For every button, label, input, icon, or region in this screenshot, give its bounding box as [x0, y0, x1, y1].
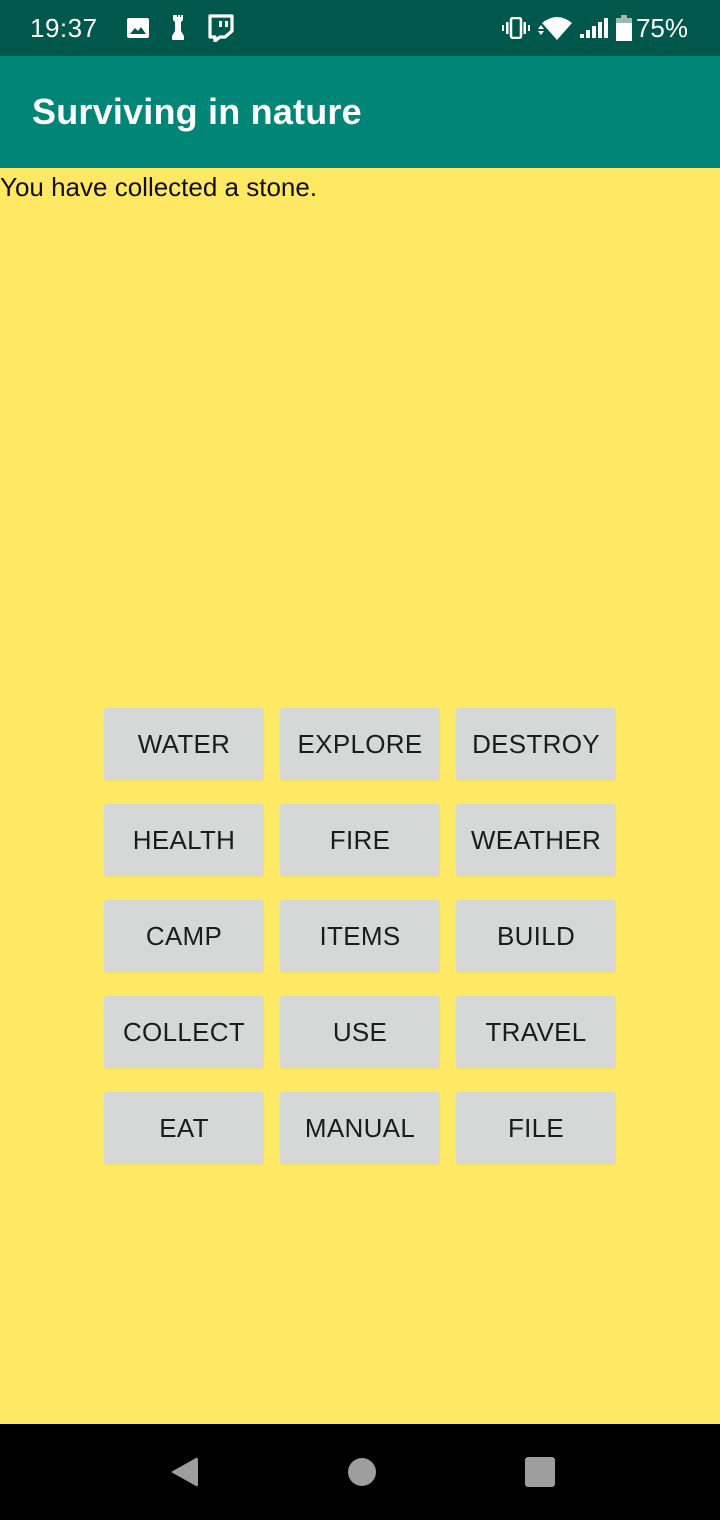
vibrate-icon — [501, 17, 530, 39]
camp-button[interactable]: CAMP — [104, 900, 264, 972]
home-icon — [348, 1458, 376, 1486]
recents-icon — [525, 1457, 555, 1487]
manual-button[interactable]: MANUAL — [280, 1092, 440, 1164]
chess-piece-icon — [170, 14, 188, 42]
items-button[interactable]: ITEMS — [280, 900, 440, 972]
navigation-bar — [0, 1424, 720, 1520]
recents-button[interactable] — [520, 1452, 560, 1492]
home-button[interactable] — [342, 1452, 382, 1492]
image-icon — [126, 16, 150, 40]
clock: 19:37 — [30, 12, 98, 43]
battery-percent: 75% — [635, 12, 688, 43]
back-icon — [171, 1457, 198, 1487]
use-button[interactable]: USE — [280, 996, 440, 1068]
water-button[interactable]: WATER — [104, 708, 264, 780]
fire-button[interactable]: FIRE — [280, 804, 440, 876]
back-button[interactable] — [164, 1452, 204, 1492]
explore-button[interactable]: EXPLORE — [280, 708, 440, 780]
status-message: You have collected a stone. — [0, 172, 318, 202]
twitch-icon — [207, 14, 234, 42]
status-left: 19:37 — [30, 13, 254, 44]
build-button[interactable]: BUILD — [456, 900, 616, 972]
weather-button[interactable]: WEATHER — [456, 804, 616, 876]
battery-icon — [615, 15, 632, 41]
eat-button[interactable]: EAT — [104, 1092, 264, 1164]
status-bar: 19:37 75% — [0, 0, 720, 56]
file-button[interactable]: FILE — [456, 1092, 616, 1164]
app-bar: Surviving in nature — [0, 56, 720, 168]
app-title: Surviving in nature — [32, 91, 362, 132]
signal-icon — [579, 17, 608, 39]
action-grid: WATER EXPLORE DESTROY HEALTH FIRE WEATHE… — [104, 708, 616, 1164]
wifi-icon — [537, 15, 572, 41]
status-right: 75% — [501, 12, 688, 44]
main-content: You have collected a stone. WATER EXPLOR… — [0, 168, 720, 1424]
travel-button[interactable]: TRAVEL — [456, 996, 616, 1068]
collect-button[interactable]: COLLECT — [104, 996, 264, 1068]
health-button[interactable]: HEALTH — [104, 804, 264, 876]
destroy-button[interactable]: DESTROY — [456, 708, 616, 780]
